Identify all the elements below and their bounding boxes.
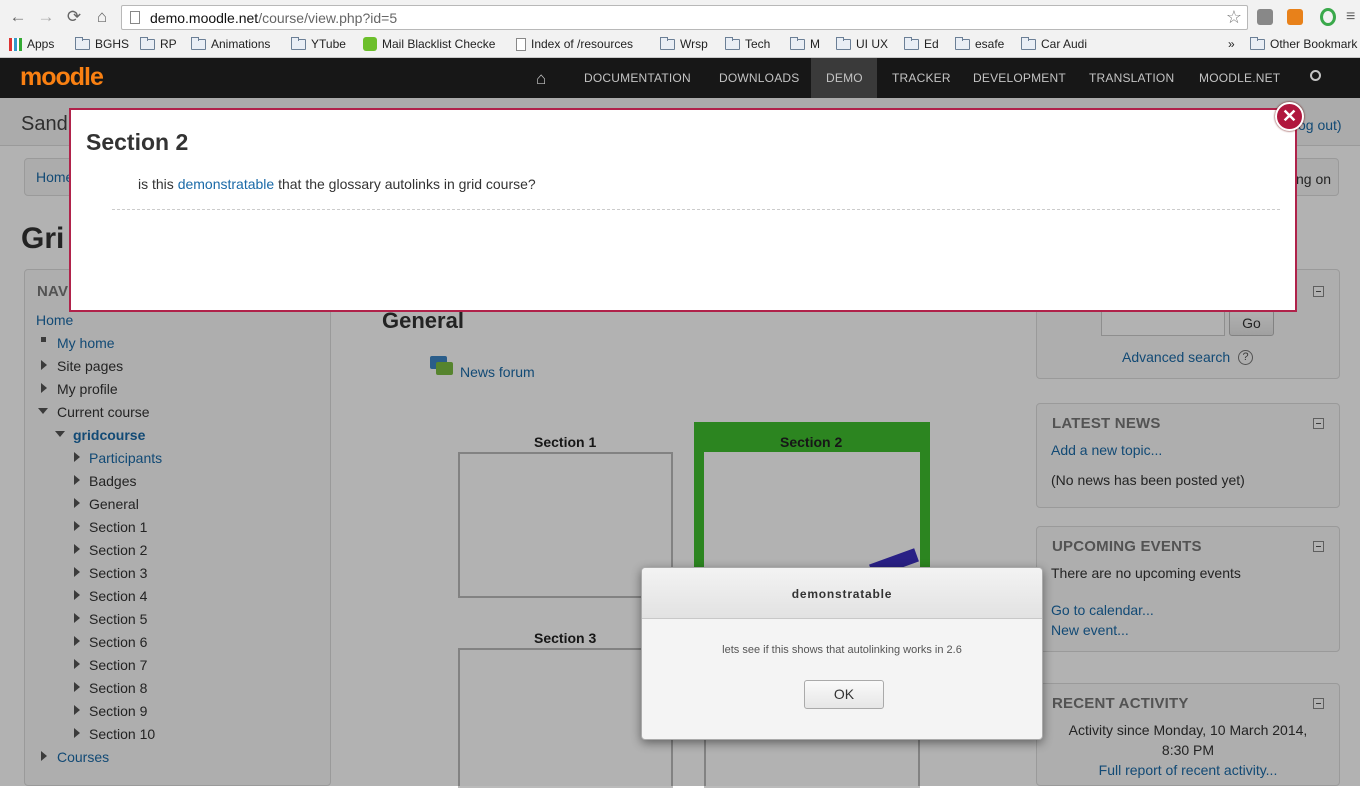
hexagon-icon (363, 37, 377, 51)
bookmark-ui-ux[interactable]: UI UX (836, 36, 889, 51)
page-icon (516, 37, 526, 51)
folder-icon (291, 36, 306, 50)
bookmark-apps[interactable]: Apps (9, 37, 54, 51)
bookmark-ytube[interactable]: YTube (291, 36, 346, 51)
folder-icon (904, 36, 919, 50)
folder-icon (1021, 36, 1036, 50)
bookmark-label: Car Audi (1041, 37, 1088, 51)
bookmark-bghs[interactable]: BGHS (75, 36, 130, 51)
rss-icon[interactable] (1287, 9, 1303, 25)
bookmark-m[interactable]: M (790, 36, 820, 51)
bookmark-label: Other Bookmark (1270, 37, 1358, 51)
bookmark-label: Mail Blacklist Checke (382, 37, 496, 51)
modal-divider (112, 209, 1280, 210)
glossary-autolink[interactable]: demonstratable (178, 176, 275, 192)
nav-tracker[interactable]: TRACKER (892, 71, 951, 85)
browser-chrome: ← → ⟳ ⌂ demo.moodle.net/course/view.php?… (0, 0, 1360, 58)
reload-icon[interactable]: ⟳ (64, 7, 84, 27)
forward-arrow-icon[interactable]: → (36, 7, 56, 27)
folder-icon (1250, 36, 1265, 50)
search-icon[interactable] (1310, 70, 1321, 81)
modal-title: Section 2 (86, 129, 189, 155)
url-text: demo.moodle.net/course/view.php?id=5 (150, 10, 397, 26)
bookmark-index-resources[interactable]: Index of /resources (516, 37, 633, 51)
bookmark-tech[interactable]: Tech (725, 36, 771, 51)
section-modal: Section 2 is this demonstratable that th… (69, 108, 1297, 312)
bookmarks-overflow[interactable]: » (1228, 37, 1235, 51)
bookmark-label: RP (160, 37, 177, 51)
ok-button[interactable]: OK (804, 680, 884, 709)
bookmark-rp[interactable]: RP (140, 36, 177, 51)
nav-demo[interactable]: DEMO (826, 71, 863, 85)
glossary-alert-dialog: demonstratable lets see if this shows th… (641, 567, 1043, 740)
star-icon[interactable]: ☆ (1226, 7, 1242, 28)
extension-icon[interactable] (1320, 8, 1336, 26)
nav-documentation[interactable]: DOCUMENTATION (584, 71, 691, 85)
folder-icon (191, 36, 206, 50)
menu-icon[interactable]: ≡ (1346, 9, 1355, 25)
url-host: demo.moodle.net (150, 10, 259, 26)
bookmark-label: YTube (311, 37, 346, 51)
bookmark-label: BGHS (95, 37, 130, 51)
bookmark-esafe[interactable]: esafe (955, 36, 1005, 51)
nav-downloads[interactable]: DOWNLOADS (719, 71, 799, 85)
close-icon[interactable]: ✕ (1275, 102, 1304, 131)
address-bar[interactable]: demo.moodle.net/course/view.php?id=5 ☆ (121, 5, 1248, 30)
bookmark-animations[interactable]: Animations (191, 36, 271, 51)
dialog-title: demonstratable (791, 587, 893, 601)
bookmark-label: M (810, 37, 820, 51)
bookmark-ed[interactable]: Ed (904, 36, 939, 51)
bookmark-wrsp[interactable]: Wrsp (660, 36, 708, 51)
folder-icon (725, 36, 740, 50)
tag-extension-icon[interactable] (1257, 9, 1273, 25)
back-arrow-icon[interactable]: ← (8, 7, 28, 27)
bookmark-car-audi[interactable]: Car Audi (1021, 36, 1088, 51)
nav-development[interactable]: DEVELOPMENT (973, 71, 1066, 85)
modal-summary: is this demonstratable that the glossary… (138, 176, 536, 192)
bookmark-label: Index of /resources (531, 37, 634, 51)
url-path: /course/view.php?id=5 (258, 10, 398, 26)
folder-icon (75, 36, 90, 50)
bookmark-label: Ed (924, 37, 939, 51)
folder-icon (140, 36, 155, 50)
folder-icon (660, 36, 675, 50)
overflow-chevron: » (1228, 37, 1235, 51)
folder-icon (836, 36, 851, 50)
bookmark-label: esafe (975, 37, 1005, 51)
apps-grid-icon (9, 37, 22, 51)
bookmark-label: Apps (27, 37, 55, 51)
dialog-message: lets see if this shows that autolinking … (722, 644, 962, 656)
moodle-logo[interactable]: moodle (20, 63, 104, 92)
page-icon (130, 11, 140, 24)
nav-translation[interactable]: TRANSLATION (1089, 71, 1174, 85)
bookmark-label: Animations (211, 37, 271, 51)
bookmark-label: UI UX (856, 37, 889, 51)
folder-icon (790, 36, 805, 50)
home-icon[interactable]: ⌂ (536, 69, 546, 89)
modal-text-after: that the glossary autolinks in grid cour… (274, 176, 536, 192)
folder-icon (955, 36, 970, 50)
bookmark-other[interactable]: Other Bookmark (1250, 36, 1358, 51)
bookmark-label: Wrsp (680, 37, 708, 51)
home-icon[interactable]: ⌂ (92, 7, 112, 27)
bookmark-mail-blacklist[interactable]: Mail Blacklist Checke (363, 37, 495, 51)
bookmark-label: Tech (745, 37, 771, 51)
nav-moodle-net[interactable]: MOODLE.NET (1199, 71, 1280, 85)
modal-text-before: is this (138, 176, 178, 192)
